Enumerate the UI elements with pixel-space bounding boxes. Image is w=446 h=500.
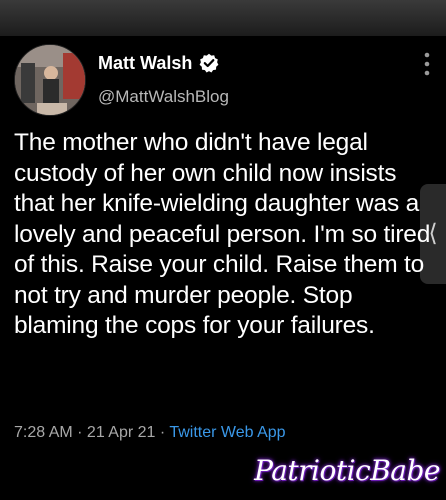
top-bar [0,0,446,36]
tweet-meta: 7:28 AM · 21 Apr 21 · Twitter Web App [14,424,286,442]
tweet-time: 7:28 AM [14,424,73,441]
verified-badge-icon [199,53,219,73]
meta-separator: · [72,424,87,441]
watermark: PatrioticBabe [254,454,440,487]
tweet-date: 21 Apr 21 [86,424,156,441]
meta-separator: · [155,424,170,441]
author-name[interactable]: Matt Walsh [98,53,192,74]
avatar[interactable] [14,44,86,116]
author-handle[interactable]: @MattWalshBlog [98,87,229,107]
tweet-text: The mother who didn't have legal custody… [14,129,431,339]
tweet-card: Matt Walsh @MattWalshBlog ⟨ The mother w… [0,36,446,500]
more-vertical-icon[interactable] [422,50,432,78]
tweet-source-link[interactable]: Twitter Web App [169,424,285,441]
